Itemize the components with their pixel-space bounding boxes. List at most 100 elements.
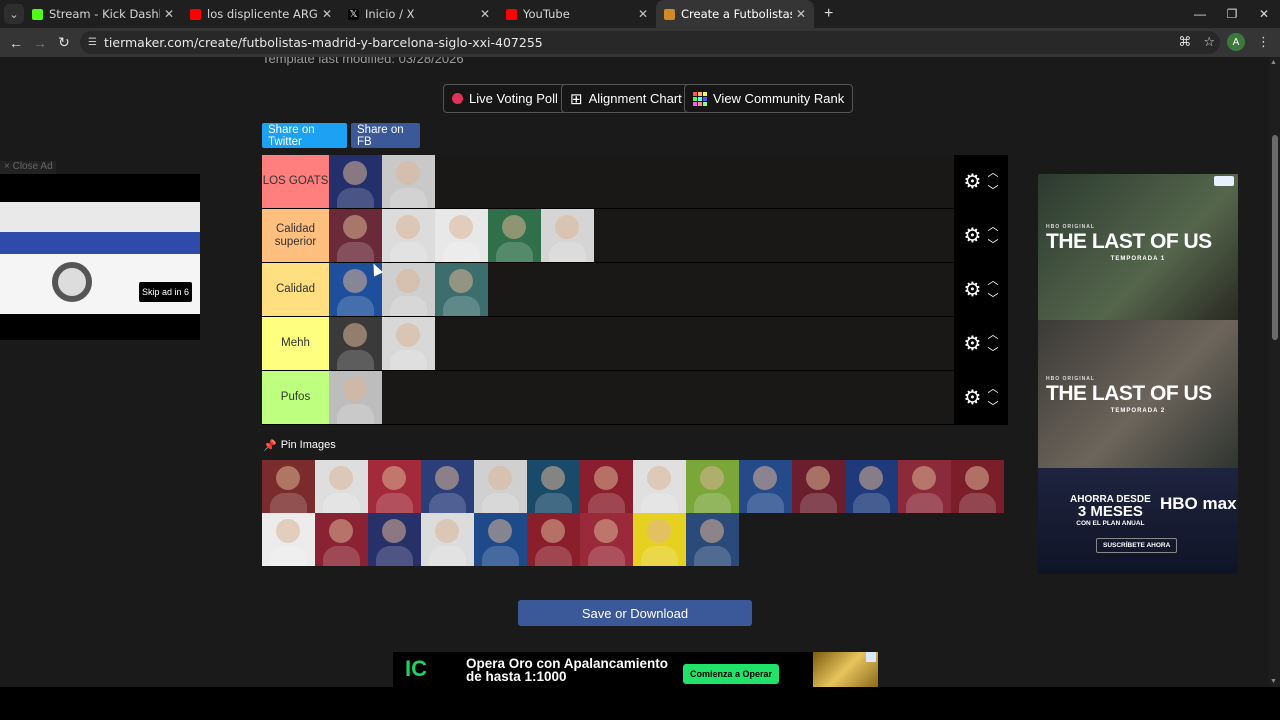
close-tab-icon[interactable]: ✕ — [164, 7, 174, 21]
pool-player-image[interactable] — [315, 513, 368, 566]
pool-player-image[interactable] — [368, 460, 421, 513]
scrollbar-thumb[interactable] — [1272, 135, 1278, 340]
pool-player-image[interactable] — [262, 460, 315, 513]
subscribe-button[interactable]: SUSCRÍBETE AHORA — [1096, 538, 1178, 553]
adchoices-icon[interactable] — [1214, 176, 1234, 186]
live-voting-poll-button[interactable]: Live Voting Poll — [443, 84, 567, 113]
site-info-icon[interactable]: ☰ — [88, 37, 97, 48]
close-tab-icon[interactable]: ✕ — [638, 7, 648, 21]
pool-player-image[interactable] — [580, 460, 633, 513]
tab-3[interactable]: YouTube ✕ — [498, 0, 656, 28]
player-image[interactable] — [382, 263, 435, 316]
tier-label[interactable]: Calidad superior — [262, 209, 329, 262]
tier-items[interactable] — [329, 317, 954, 370]
hbo-max-ad[interactable]: HBO ORIGINAL THE LAST OF US TEMPORADA 1 … — [1038, 174, 1238, 574]
close-tab-icon[interactable]: ✕ — [322, 7, 332, 21]
chevron-up-icon[interactable]: ︿ — [987, 326, 998, 344]
close-ad-button[interactable]: × Close Ad — [0, 161, 56, 174]
pool-player-image[interactable] — [262, 513, 315, 566]
pool-player-image[interactable] — [633, 513, 686, 566]
player-image[interactable] — [382, 155, 435, 208]
player-image[interactable] — [435, 209, 488, 262]
translate-icon[interactable]: ⌘ — [1178, 34, 1191, 50]
chevron-up-icon[interactable]: ︿ — [987, 380, 998, 398]
tier-items[interactable] — [329, 155, 954, 208]
share-twitter-button[interactable]: Share on Twitter — [262, 123, 347, 148]
tab-2[interactable]: 𝕏 Inicio / X ✕ — [340, 0, 498, 28]
save-download-button[interactable]: Save or Download — [518, 600, 752, 626]
close-tab-icon[interactable]: ✕ — [480, 7, 490, 21]
alignment-chart-button[interactable]: ⊞ Alignment Chart — [561, 84, 691, 113]
tier-label[interactable]: Pufos — [262, 371, 329, 424]
scroll-down-icon[interactable]: ▼ — [1270, 678, 1277, 685]
pool-player-image[interactable] — [527, 513, 580, 566]
restore-icon[interactable]: ❐ — [1216, 0, 1248, 28]
player-image[interactable] — [435, 263, 488, 316]
profile-avatar[interactable]: A — [1227, 33, 1245, 51]
pool-player-image[interactable] — [368, 513, 421, 566]
page-scrollbar[interactable]: ▲ ▼ — [1269, 57, 1280, 687]
tab-4[interactable]: Create a Futbolistas madrid y b ✕ — [656, 0, 814, 28]
pool-player-image[interactable] — [527, 460, 580, 513]
player-image[interactable] — [382, 317, 435, 370]
player-image[interactable] — [488, 209, 541, 262]
chevron-up-icon[interactable]: ︿ — [987, 272, 998, 290]
new-tab-icon[interactable]: + — [824, 5, 833, 23]
pool-player-image[interactable] — [951, 460, 1004, 513]
pool-player-image[interactable] — [421, 513, 474, 566]
gear-icon[interactable]: ⚙ — [964, 169, 982, 194]
player-image[interactable] — [329, 371, 382, 424]
player-image[interactable] — [329, 209, 382, 262]
chevron-down-icon[interactable]: ﹀ — [987, 398, 998, 416]
minimize-icon[interactable]: — — [1184, 0, 1216, 28]
community-rank-button[interactable]: View Community Rank — [684, 84, 854, 113]
pool-player-image[interactable] — [580, 513, 633, 566]
pool-player-image[interactable] — [686, 460, 739, 513]
tab-search-button[interactable]: ⌄ — [4, 4, 24, 24]
chevron-up-icon[interactable]: ︿ — [987, 218, 998, 236]
adchoices-icon[interactable] — [866, 652, 876, 662]
tab-1[interactable]: los displicente ARGENTIN VS M ✕ — [182, 0, 340, 28]
pin-images-toggle[interactable]: 📌 Pin Images — [263, 439, 336, 452]
pool-player-image[interactable] — [474, 513, 527, 566]
banner-cta-button[interactable]: Comienza a Operar — [683, 664, 779, 684]
scroll-up-icon[interactable]: ▲ — [1270, 59, 1277, 66]
forward-icon[interactable]: → — [28, 35, 52, 51]
chevron-up-icon[interactable]: ︿ — [987, 164, 998, 182]
tier-label[interactable]: LOS GOATS — [262, 155, 329, 208]
gear-icon[interactable]: ⚙ — [964, 331, 982, 356]
url-field[interactable]: ☰ tiermaker.com/create/futbolistas-madri… — [80, 31, 1220, 54]
pool-player-image[interactable] — [898, 460, 951, 513]
gear-icon[interactable]: ⚙ — [964, 385, 982, 410]
share-facebook-button[interactable]: Share on FB — [351, 123, 420, 148]
tab-0[interactable]: Stream - Kick Dashboard ✕ — [24, 0, 182, 28]
player-image[interactable] — [382, 209, 435, 262]
close-tab-icon[interactable]: ✕ — [796, 7, 806, 21]
gear-icon[interactable]: ⚙ — [964, 277, 982, 302]
tier-items[interactable] — [329, 263, 954, 316]
pool-player-image[interactable] — [845, 460, 898, 513]
skip-ad-button[interactable]: Skip ad in 6 — [139, 282, 192, 302]
player-image[interactable] — [329, 155, 382, 208]
pool-player-image[interactable] — [739, 460, 792, 513]
close-window-icon[interactable]: ✕ — [1248, 0, 1280, 28]
chevron-down-icon[interactable]: ﹀ — [987, 236, 998, 254]
chevron-down-icon[interactable]: ﹀ — [987, 344, 998, 362]
player-image[interactable] — [329, 317, 382, 370]
tier-items[interactable] — [329, 371, 954, 424]
reload-icon[interactable]: ↻ — [52, 34, 76, 51]
gear-icon[interactable]: ⚙ — [964, 223, 982, 248]
kebab-menu-icon[interactable]: ⋮ — [1257, 34, 1270, 50]
chevron-down-icon[interactable]: ﹀ — [987, 182, 998, 200]
chevron-down-icon[interactable]: ﹀ — [987, 290, 998, 308]
tier-items[interactable] — [329, 209, 954, 262]
pool-player-image[interactable] — [315, 460, 368, 513]
pool-player-image[interactable] — [792, 460, 845, 513]
tier-label[interactable]: Calidad — [262, 263, 329, 316]
back-icon[interactable]: ← — [4, 35, 28, 51]
bookmark-star-icon[interactable]: ☆ — [1203, 34, 1215, 50]
pool-player-image[interactable] — [421, 460, 474, 513]
pool-player-image[interactable] — [633, 460, 686, 513]
tier-label[interactable]: Mehh — [262, 317, 329, 370]
player-image[interactable] — [541, 209, 594, 262]
